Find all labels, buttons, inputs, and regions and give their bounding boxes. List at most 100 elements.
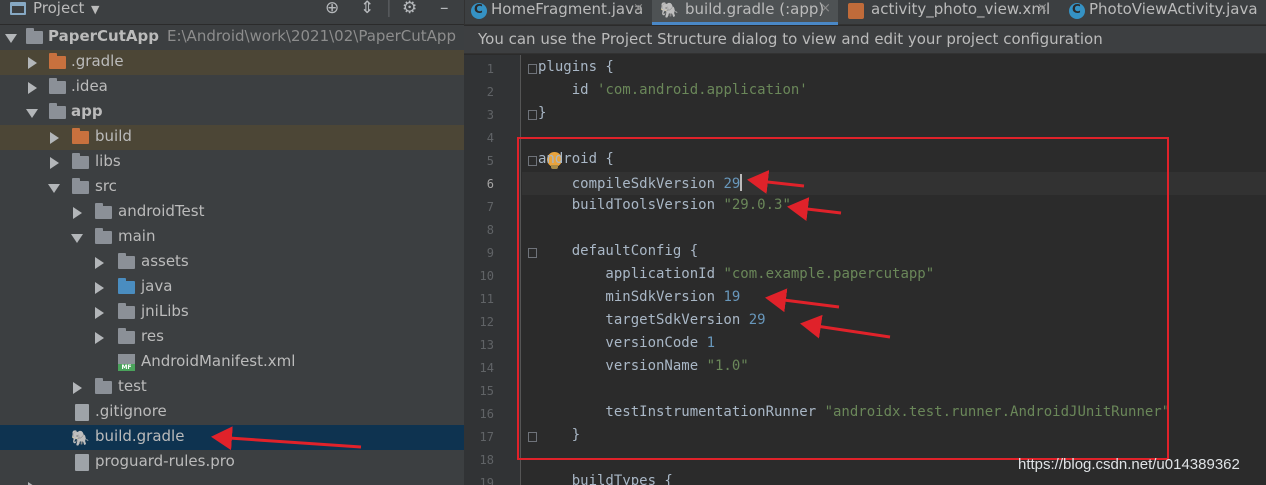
tree-item-label: .gitignore — [95, 402, 167, 420]
tree-item-label: main — [118, 227, 156, 245]
chevron-down-icon[interactable] — [5, 34, 17, 43]
hide-panel-icon[interactable]: – — [440, 0, 449, 18]
tree-item-label: AndroidManifest.xml — [141, 352, 296, 370]
tree-item-build[interactable]: build — [0, 125, 464, 150]
line-number: 7 — [486, 200, 494, 214]
manifest-badge: MF — [118, 364, 135, 371]
tree-item-androidtest[interactable]: androidTest — [0, 200, 464, 225]
line-number: 8 — [486, 223, 494, 237]
tree-item-main[interactable]: main — [0, 225, 464, 250]
tree-item-label: .gradle — [71, 52, 124, 70]
tree-item-idea[interactable]: .idea — [0, 75, 464, 100]
chevron-right-icon[interactable] — [73, 207, 82, 219]
tab-photo-view-activity[interactable]: PhotoViewActivity.java — [1063, 0, 1266, 25]
file-icon — [75, 454, 89, 471]
tree-item-label: build — [95, 127, 132, 145]
file-icon — [75, 404, 89, 421]
folder-icon — [72, 153, 89, 169]
chevron-down-icon[interactable] — [71, 234, 83, 243]
chevron-down-icon[interactable]: ▼ — [91, 3, 99, 16]
code-line-2: id 'com.android.application' — [538, 82, 808, 98]
tree-item-app[interactable]: app — [0, 100, 464, 125]
line-number: 4 — [486, 131, 494, 145]
project-panel-header: Project ▼ ⊕ ⇕ | ⚙ – — [0, 0, 464, 25]
code-line-3: } — [538, 105, 547, 121]
close-icon[interactable]: × — [633, 1, 644, 16]
chevron-right-icon[interactable] — [28, 82, 37, 94]
tree-item-label: java — [141, 277, 173, 295]
resource-folder-icon — [118, 328, 135, 344]
line-number: 18 — [479, 453, 494, 467]
code-line-19: buildTypes { — [538, 473, 673, 485]
tree-item-label: proguard-rules.pro — [95, 452, 235, 470]
chevron-down-icon[interactable] — [48, 184, 60, 193]
tree-item-libs[interactable]: libs — [0, 150, 464, 175]
settings-icon[interactable]: ⚙ — [402, 0, 417, 18]
fold-marker[interactable] — [528, 110, 537, 120]
tree-item-label: app — [71, 102, 103, 120]
chevron-right-icon[interactable] — [95, 332, 104, 344]
project-panel-title[interactable]: Project — [33, 0, 84, 17]
banner-text: You can use the Project Structure dialog… — [478, 30, 1103, 48]
line-number: 6 — [486, 177, 494, 191]
folder-icon — [95, 203, 112, 219]
toolbar-divider: | — [386, 0, 392, 18]
chevron-right-icon[interactable] — [95, 282, 104, 294]
tree-item-build-gradle[interactable]: 🐘 build.gradle — [0, 425, 464, 450]
line-number: 16 — [479, 407, 494, 421]
tab-label: build.gradle (:app) — [685, 0, 825, 18]
chevron-right-icon[interactable] — [73, 382, 82, 394]
tab-build-gradle-app[interactable]: 🐘 build.gradle (:app) × — [652, 0, 838, 25]
editor-tab-bar: HomeFragment.java × 🐘 build.gradle (:app… — [464, 0, 1266, 25]
tab-label: PhotoViewActivity.java — [1089, 0, 1258, 18]
gradle-icon: 🐘 — [71, 429, 90, 447]
tree-item-proguard[interactable]: proguard-rules.pro — [0, 450, 464, 475]
xml-icon — [848, 3, 864, 19]
folder-icon — [72, 128, 89, 144]
tree-item-assets[interactable]: assets — [0, 250, 464, 275]
line-number: 15 — [479, 384, 494, 398]
collapse-icon[interactable]: ⇕ — [360, 0, 374, 18]
source-folder-icon — [118, 278, 135, 294]
resource-folder-icon — [118, 253, 135, 269]
gradle-icon: 🐘 — [660, 1, 679, 19]
line-number: 3 — [486, 108, 494, 122]
tree-item-gitignore[interactable]: .gitignore — [0, 400, 464, 425]
line-number: 12 — [479, 315, 494, 329]
folder-icon — [95, 378, 112, 394]
tree-item-papercutapp[interactable]: PaperCutApp E:\Android\work\2021\02\Paper… — [0, 25, 464, 50]
chevron-right-icon[interactable] — [95, 257, 104, 269]
tree-item-java[interactable]: java — [0, 275, 464, 300]
tab-home-fragment[interactable]: HomeFragment.java × — [465, 0, 650, 25]
tab-activity-photo-view[interactable]: activity_photo_view.xml × — [840, 0, 1060, 25]
chevron-right-icon[interactable] — [50, 132, 59, 144]
project-panel: Project ▼ ⊕ ⇕ | ⚙ – PaperCutApp E:\Androi… — [0, 0, 464, 485]
locate-icon[interactable]: ⊕ — [325, 0, 339, 18]
chevron-right-icon[interactable] — [95, 307, 104, 319]
tab-label: activity_photo_view.xml — [871, 0, 1051, 18]
tree-item-res[interactable]: res — [0, 325, 464, 350]
line-number-gutter: 1 2 3 4 5 6 7 8 9 10 11 12 13 14 15 16 1… — [464, 55, 521, 485]
line-number: 1 — [486, 62, 494, 76]
tree-item-src[interactable]: src — [0, 175, 464, 200]
chevron-right-icon[interactable] — [28, 57, 37, 69]
code-key: id — [538, 82, 598, 98]
tree-item-androidmanifest[interactable]: MF AndroidManifest.xml — [0, 350, 464, 375]
tree-item-label: jniLibs — [141, 302, 189, 320]
manifest-icon: MF — [118, 354, 135, 371]
tree-item-test[interactable]: test — [0, 375, 464, 400]
tree-item-label: libs — [95, 152, 121, 170]
line-number: 11 — [479, 292, 494, 306]
chevron-right-icon[interactable] — [50, 157, 59, 169]
tree-item-clipped[interactable] — [0, 475, 464, 485]
code-line-1: plugins { — [538, 59, 614, 75]
tree-item-gradle-dir[interactable]: .gradle — [0, 50, 464, 75]
folder-icon — [72, 178, 89, 194]
line-number: 17 — [479, 430, 494, 444]
close-icon[interactable]: × — [820, 1, 831, 16]
fold-marker[interactable] — [528, 64, 537, 74]
tree-item-jnilibs[interactable]: jniLibs — [0, 300, 464, 325]
close-icon[interactable]: × — [1037, 1, 1048, 16]
chevron-down-icon[interactable] — [26, 109, 38, 118]
line-number: 19 — [479, 476, 494, 485]
